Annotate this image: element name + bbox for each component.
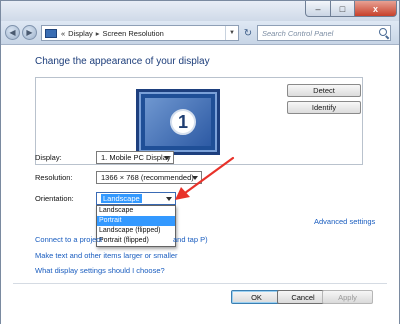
forward-button[interactable]: ▶ bbox=[22, 25, 37, 40]
screen-resolution-window: – □ x ◀ ▶ « Display ▸ Screen Resolution … bbox=[0, 0, 400, 324]
window-controls: – □ x bbox=[305, 1, 397, 17]
display-select-value: 1. Mobile PC Display bbox=[101, 153, 171, 162]
display-label: Display: bbox=[35, 153, 62, 162]
orientation-label: Orientation: bbox=[35, 194, 74, 203]
monitor-screen: 1 bbox=[145, 98, 211, 146]
resolution-select[interactable]: 1366 × 768 (recommended) bbox=[96, 171, 202, 184]
address-dropdown-icon[interactable]: ▼ bbox=[225, 26, 238, 40]
chevron-down-icon bbox=[164, 156, 170, 160]
orientation-select[interactable]: Landscape bbox=[96, 192, 176, 205]
address-bar[interactable]: « Display ▸ Screen Resolution ▼ bbox=[41, 25, 239, 41]
resolution-label: Resolution: bbox=[35, 173, 73, 182]
title-bar: – □ x bbox=[1, 1, 399, 21]
identify-button[interactable]: Identify bbox=[287, 101, 361, 114]
orientation-select-value: Landscape bbox=[101, 194, 142, 203]
main-content: Change the appearance of your display 1 … bbox=[1, 46, 399, 324]
ok-button[interactable]: OK bbox=[231, 290, 282, 304]
close-button[interactable]: x bbox=[355, 1, 397, 17]
minimize-button[interactable]: – bbox=[305, 1, 331, 17]
orientation-option-portrait-flipped[interactable]: Portrait (flipped) bbox=[97, 236, 175, 246]
display-select[interactable]: 1. Mobile PC Display bbox=[96, 151, 174, 164]
search-input[interactable]: Search Control Panel bbox=[257, 25, 391, 41]
refresh-icon[interactable]: ↻ bbox=[241, 25, 255, 41]
breadcrumb-separator-icon[interactable]: ▸ bbox=[96, 29, 100, 38]
orientation-dropdown-list: Landscape Portrait Landscape (flipped) P… bbox=[96, 205, 176, 247]
breadcrumb-overflow[interactable]: « bbox=[61, 29, 65, 38]
text-size-link[interactable]: Make text and other items larger or smal… bbox=[35, 251, 178, 260]
monitor-number-badge: 1 bbox=[170, 109, 196, 135]
orientation-option-portrait[interactable]: Portrait bbox=[97, 216, 175, 226]
resolution-select-value: 1366 × 768 (recommended) bbox=[101, 173, 194, 182]
page-title: Change the appearance of your display bbox=[35, 56, 210, 67]
advanced-settings-link[interactable]: Advanced settings bbox=[314, 217, 375, 226]
monitor-icon[interactable]: 1 bbox=[136, 89, 220, 155]
orientation-option-landscape-flipped[interactable]: Landscape (flipped) bbox=[97, 226, 175, 236]
chevron-down-icon bbox=[192, 176, 198, 180]
chevron-down-icon bbox=[166, 197, 172, 201]
maximize-button[interactable]: □ bbox=[331, 1, 355, 17]
control-panel-icon bbox=[45, 28, 57, 38]
back-button[interactable]: ◀ bbox=[5, 25, 20, 40]
nav-arrows: ◀ ▶ bbox=[5, 25, 37, 40]
breadcrumb-screen-resolution[interactable]: Screen Resolution bbox=[103, 29, 164, 38]
display-settings-help-link[interactable]: What display settings should I choose? bbox=[35, 266, 165, 275]
detect-button[interactable]: Detect bbox=[287, 84, 361, 97]
connect-projector-link-tail[interactable]: and tap P) bbox=[173, 235, 208, 244]
connect-projector-link[interactable]: Connect to a project bbox=[35, 235, 102, 244]
orientation-option-landscape[interactable]: Landscape bbox=[97, 206, 175, 216]
search-placeholder: Search Control Panel bbox=[262, 28, 334, 38]
search-icon[interactable] bbox=[379, 28, 387, 36]
footer-divider bbox=[13, 283, 387, 284]
apply-button[interactable]: Apply bbox=[322, 290, 373, 304]
address-toolbar: ◀ ▶ « Display ▸ Screen Resolution ▼ ↻ Se… bbox=[1, 21, 399, 45]
breadcrumb-display[interactable]: Display bbox=[68, 29, 93, 38]
